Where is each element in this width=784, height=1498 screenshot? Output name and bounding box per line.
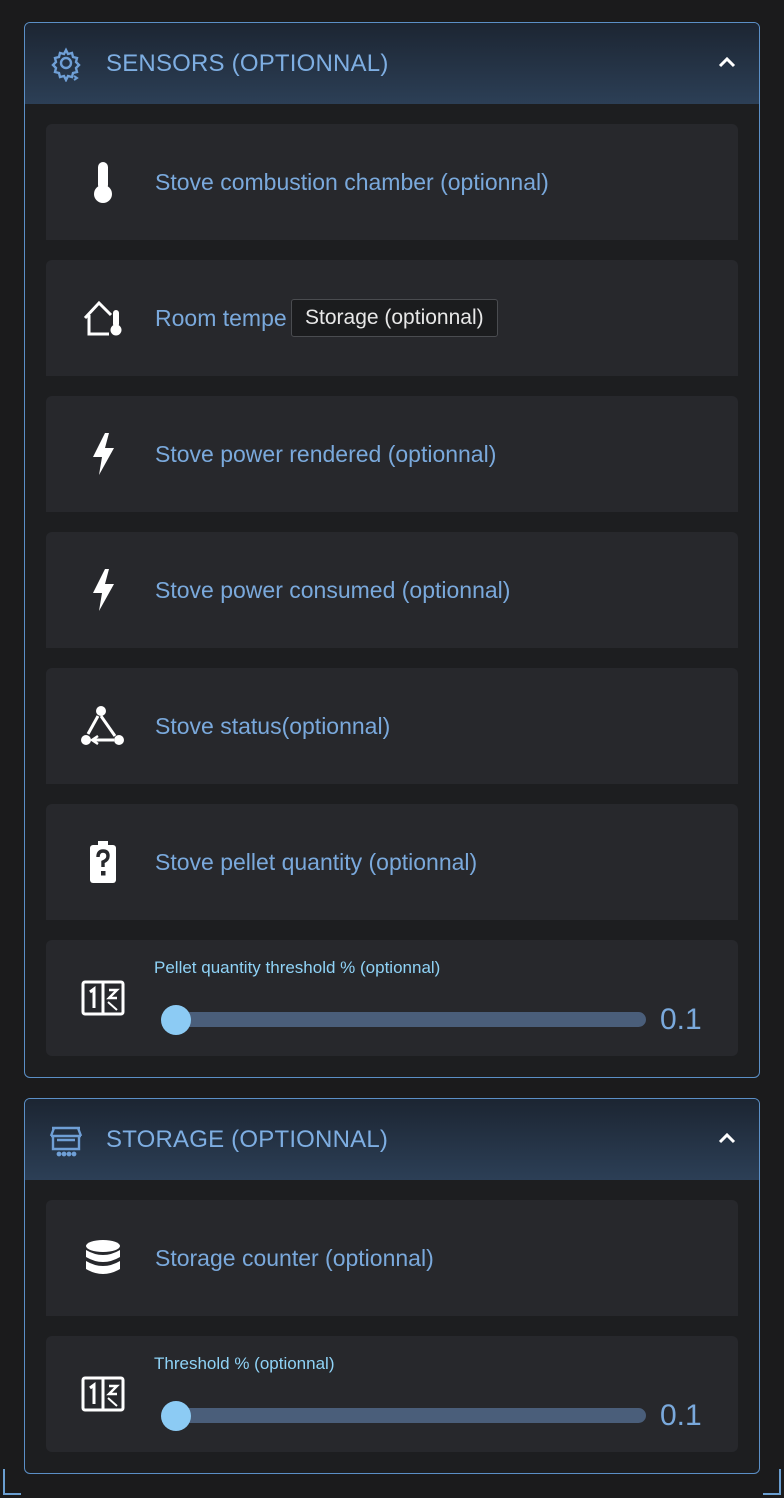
sensor-row-power-consumed[interactable]: Stove power consumed (optionnal) [46,532,738,648]
battery-unknown-icon [74,840,132,884]
slider-control: 0.1 [154,1399,714,1432]
slider-thumb[interactable] [161,1005,191,1035]
storage-list: Storage counter (optionnal) Threshold % … [25,1180,759,1452]
storage-panel: STORAGE (OPTIONNAL) Storage counter (opt… [24,1098,760,1474]
sensor-row-pellet-quantity[interactable]: Stove pellet quantity (optionnal) [46,804,738,920]
sensor-label: Room tempe [155,304,287,331]
cog-sync-icon [48,46,84,82]
pellet-threshold-slider-row: Pellet quantity threshold % (optionnal) … [46,940,738,1056]
sensors-list: Stove combustion chamber (optionnal) Roo… [25,104,759,1056]
slider-value: 0.1 [660,1399,702,1432]
config-page: SENSORS (OPTIONNAL) Stove combustion cha… [0,0,784,1498]
fraction-icon [74,1376,132,1412]
sensor-row-status[interactable]: Stove status(optionnal) [46,668,738,784]
slider-track[interactable] [161,1401,646,1431]
slider-value: 0.1 [660,1003,702,1036]
chevron-up-icon[interactable] [717,53,737,73]
sensor-label: Stove pellet quantity (optionnal) [155,848,478,875]
home-thermometer-icon [74,298,132,338]
frame-corner [3,1469,21,1495]
slider-label: Threshold % (optionnal) [154,1354,335,1373]
lightning-bolt-icon [74,567,132,613]
slider-track[interactable] [161,1005,646,1035]
sensor-label: Stove status(optionnal) [155,712,391,739]
pellet-threshold-slider: Pellet quantity threshold % (optionnal) … [154,958,714,1036]
storage-panel-header[interactable]: STORAGE (OPTIONNAL) [25,1099,759,1180]
database-icon [74,1238,132,1278]
storage-title: STORAGE (OPTIONNAL) [106,1125,389,1153]
state-machine-icon [74,704,132,748]
tooltip: Storage (optionnal) [291,299,498,337]
slider-thumb[interactable] [161,1401,191,1431]
storage-threshold-slider-row: Threshold % (optionnal) 0.1 [46,1336,738,1452]
thermometer-icon [74,160,132,204]
storage-threshold-slider: Threshold % (optionnal) 0.1 [154,1354,714,1432]
chevron-up-icon[interactable] [717,1129,737,1149]
sensors-title: SENSORS (OPTIONNAL) [106,49,389,77]
storage-row-counter[interactable]: Storage counter (optionnal) [46,1200,738,1316]
sensors-panel-header[interactable]: SENSORS (OPTIONNAL) [25,23,759,104]
sensor-row-power-rendered[interactable]: Stove power rendered (optionnal) [46,396,738,512]
fraction-icon [74,980,132,1016]
sensors-panel: SENSORS (OPTIONNAL) Stove combustion cha… [24,22,760,1078]
storefront-icon [48,1122,84,1158]
slider-label: Pellet quantity threshold % (optionnal) [154,958,441,977]
frame-corner [763,1469,781,1495]
sensor-label: Stove combustion chamber (optionnal) [155,168,549,195]
sensor-label: Stove power rendered (optionnal) [155,440,497,467]
lightning-bolt-icon [74,431,132,477]
sensor-row-combustion-chamber[interactable]: Stove combustion chamber (optionnal) [46,124,738,240]
sensor-label: Stove power consumed (optionnal) [155,576,511,603]
storage-label: Storage counter (optionnal) [155,1244,434,1271]
slider-control: 0.1 [154,1003,714,1036]
